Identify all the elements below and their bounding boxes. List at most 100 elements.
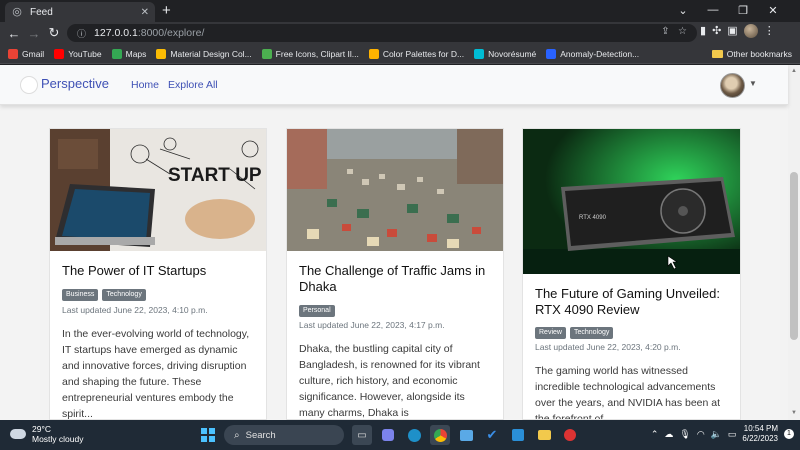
- weather-widget[interactable]: 29°C Mostly cloudy: [10, 424, 84, 444]
- bookmark-label: YouTube: [68, 48, 102, 59]
- post-title[interactable]: The Power of IT Startups: [62, 263, 206, 279]
- startup-image-text: START UP: [168, 165, 262, 186]
- share-icon[interactable]: ⇪: [661, 26, 669, 37]
- menu-dots-icon[interactable]: ⋮: [764, 24, 775, 38]
- brand-name[interactable]: Perspective: [41, 76, 109, 91]
- tag-badge[interactable]: Review: [535, 327, 566, 339]
- restore-icon[interactable]: ❐: [728, 4, 758, 17]
- close-tab-icon[interactable]: ✕: [141, 7, 149, 18]
- app-icon[interactable]: [560, 425, 580, 445]
- scroll-down-icon[interactable]: ▼: [791, 410, 797, 416]
- brand-logo-icon[interactable]: [20, 76, 38, 94]
- bookmark-label: Color Palettes for D...: [382, 48, 465, 59]
- windows-start-icon[interactable]: [198, 425, 218, 445]
- bookmark-item[interactable]: Material Design Col...: [156, 48, 252, 59]
- extension-icon[interactable]: ▮: [700, 24, 706, 38]
- post-card[interactable]: The Challenge of Traffic Jams in Dhaka P…: [286, 128, 504, 420]
- bookmark-label: Novorésumé: [488, 48, 537, 59]
- clock[interactable]: 10:54 PM 6/22/2023: [742, 424, 778, 444]
- edge-icon[interactable]: [404, 425, 424, 445]
- post-excerpt: The gaming world has witnessed incredibl…: [535, 365, 721, 420]
- notification-badge[interactable]: 1: [784, 429, 794, 439]
- chrome-icon[interactable]: [430, 425, 450, 445]
- scroll-up-icon[interactable]: ▲: [791, 68, 797, 74]
- nav-explore-all[interactable]: Explore All: [168, 79, 218, 91]
- bookmark-label: Free Icons, Clipart Il...: [275, 48, 359, 59]
- user-avatar[interactable]: [720, 73, 745, 98]
- post-tags: Business Technology: [62, 289, 146, 301]
- bookmark-favicon-icon: [8, 48, 18, 59]
- tag-badge[interactable]: Personal: [299, 305, 335, 317]
- cloud-sync-icon[interactable]: ☁: [664, 429, 673, 440]
- bookmark-item[interactable]: Free Icons, Clipart Il...: [261, 48, 359, 59]
- clock-date: 6/22/2023: [742, 434, 778, 443]
- bookmark-item[interactable]: Maps: [111, 48, 146, 59]
- post-tags: Review Technology: [535, 327, 614, 339]
- bookmark-favicon-icon: [54, 48, 65, 59]
- microphone-icon[interactable]: 🎙: [679, 429, 690, 440]
- address-bar[interactable]: ⓘ 127.0.0.1:8000/explore/ ⇪ ☆: [67, 24, 697, 42]
- bookmark-item[interactable]: YouTube: [54, 48, 102, 59]
- post-title[interactable]: The Challenge of Traffic Jams in Dhaka: [299, 263, 493, 295]
- minimize-icon[interactable]: —: [698, 4, 728, 16]
- bookmark-favicon-icon: [156, 48, 167, 59]
- site-info-icon[interactable]: ⓘ: [77, 27, 86, 40]
- taskbar-search[interactable]: ⌕ Search: [224, 425, 344, 445]
- new-tab-button[interactable]: +: [162, 3, 171, 19]
- file-explorer-icon[interactable]: [534, 425, 554, 445]
- bookmark-item[interactable]: Gmail: [8, 48, 45, 59]
- post-title[interactable]: The Future of Gaming Unveiled: RTX 4090 …: [535, 286, 730, 318]
- tag-badge[interactable]: Technology: [102, 289, 146, 301]
- task-view-icon[interactable]: ▭: [352, 425, 372, 445]
- bookmark-label: Material Design Col...: [170, 48, 252, 59]
- todo-icon[interactable]: ✔: [482, 425, 502, 445]
- bookmark-item[interactable]: Anomaly-Detection...: [546, 48, 640, 59]
- taskbar-apps: ⌕ Search ▭ ✔: [198, 425, 586, 445]
- post-image[interactable]: [287, 129, 503, 251]
- extension-area: ▮ ✣ ▣ ⋮: [700, 24, 775, 38]
- forward-icon[interactable]: →: [24, 26, 44, 41]
- address-url: 127.0.0.1:8000/explore/: [94, 27, 204, 39]
- bookmark-star-icon[interactable]: ☆: [678, 26, 687, 37]
- tab-search-icon[interactable]: ⌄: [668, 4, 698, 17]
- chevron-up-icon[interactable]: ⌃: [651, 429, 659, 440]
- post-image[interactable]: RTX 4090: [523, 129, 740, 274]
- nav-home[interactable]: Home: [131, 79, 159, 91]
- bookmark-favicon-icon: [474, 48, 485, 59]
- profile-avatar[interactable]: [743, 24, 758, 38]
- site-navbar: Perspective Home Explore All ▼: [0, 65, 788, 105]
- chevron-down-icon[interactable]: ▼: [749, 79, 757, 88]
- other-bookmarks[interactable]: Other bookmarks: [711, 49, 792, 59]
- browser-tab-strip: ◎ Feed ✕ + ⌄ — ❐ ✕: [0, 0, 800, 22]
- teams-icon[interactable]: [378, 425, 398, 445]
- tab-title: Feed: [30, 6, 53, 18]
- post-updated: Last updated June 22, 2023, 4:20 p.m.: [535, 342, 681, 352]
- bookmark-item[interactable]: Color Palettes for D...: [368, 48, 465, 59]
- bookmark-label: Anomaly-Detection...: [560, 48, 640, 59]
- reload-icon[interactable]: ↻: [44, 25, 64, 41]
- bookmark-item[interactable]: Novorésumé: [474, 48, 537, 59]
- taskbar: 29°C Mostly cloudy ⌕ Search ▭ ✔ ⌃ ☁ 🎙 ◠ …: [0, 420, 800, 450]
- post-card[interactable]: RTX 4090 The Future of Gaming Unveiled: …: [522, 128, 741, 420]
- bookmark-label: Gmail: [22, 48, 45, 59]
- volume-icon[interactable]: 🔈: [711, 429, 722, 440]
- window-controls: ⌄ — ❐ ✕: [668, 0, 788, 20]
- wifi-icon[interactable]: ◠: [697, 429, 705, 440]
- post-tags: Personal: [299, 305, 335, 317]
- browser-tab[interactable]: ◎ Feed ✕: [5, 2, 155, 22]
- post-card[interactable]: START UP The Power of IT Startups Busine…: [49, 128, 267, 420]
- weather-temp: 29°C: [32, 424, 51, 434]
- photos-icon[interactable]: [456, 425, 476, 445]
- sidepanel-icon[interactable]: ▣: [727, 24, 737, 38]
- vscode-icon[interactable]: [508, 425, 528, 445]
- close-window-icon[interactable]: ✕: [758, 4, 788, 17]
- tag-badge[interactable]: Business: [62, 289, 99, 301]
- url-path: :8000/explore/: [137, 27, 205, 39]
- tag-badge[interactable]: Technology: [569, 327, 614, 339]
- back-icon[interactable]: ←: [4, 26, 24, 41]
- puzzle-icon[interactable]: ✣: [712, 24, 721, 38]
- battery-icon[interactable]: ▭: [728, 429, 737, 440]
- post-image[interactable]: START UP: [50, 129, 266, 251]
- scrollbar-thumb[interactable]: [790, 172, 798, 340]
- weather-desc: Mostly cloudy: [32, 434, 84, 444]
